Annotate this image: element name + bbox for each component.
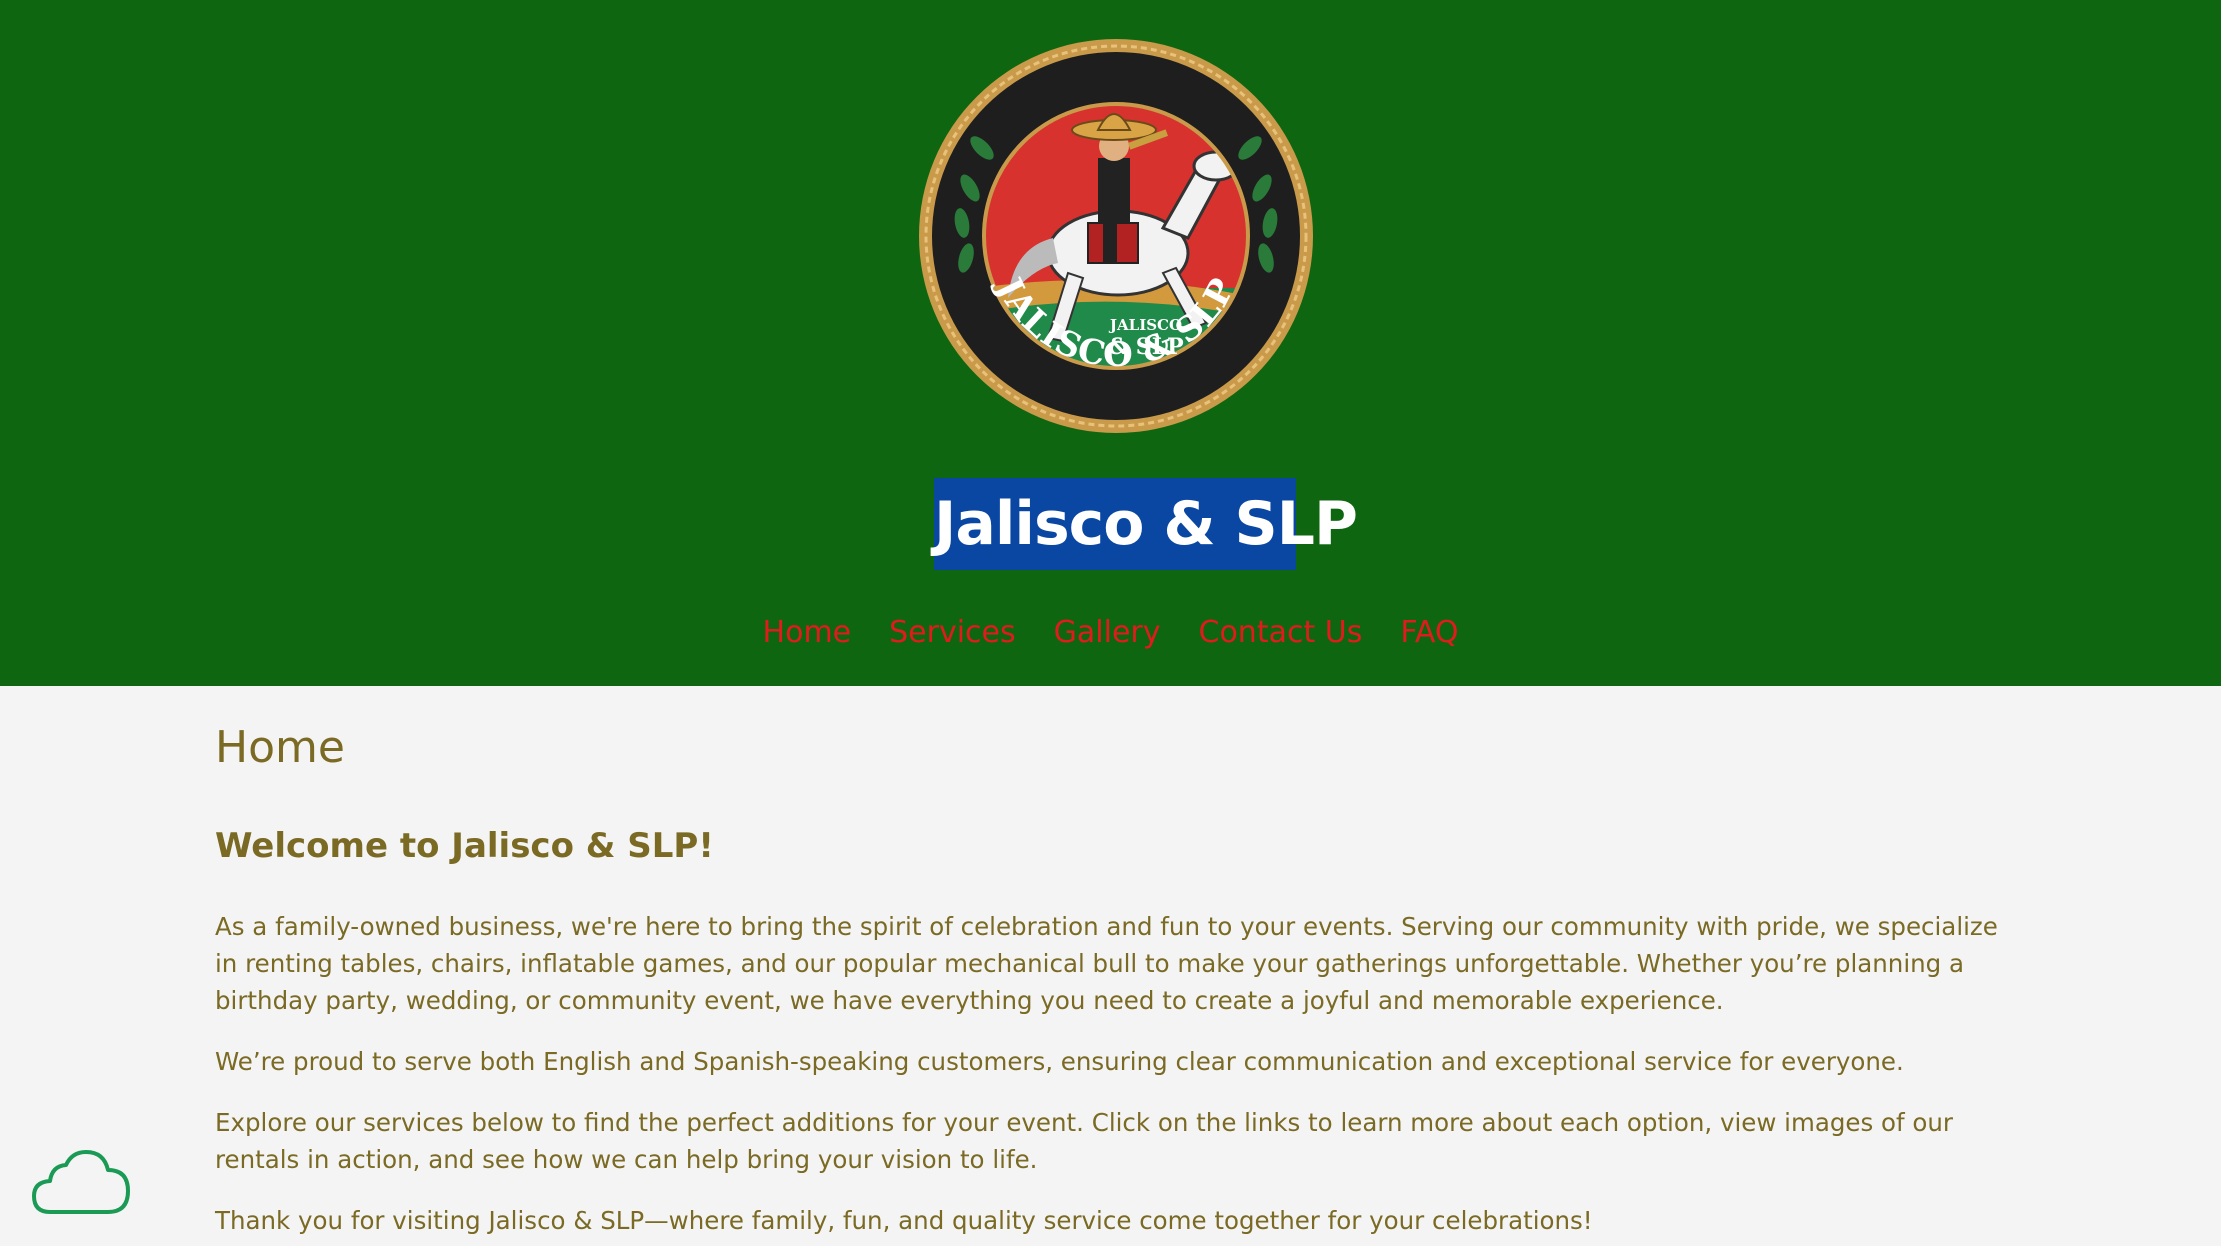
site-title: Jalisco & SLP — [934, 478, 1358, 570]
nav-faq-link[interactable]: FAQ — [1400, 608, 1458, 658]
logo-icon[interactable]: JALISCO & SLP JALISCO & SLP — [918, 38, 1314, 434]
nav-gallery-link[interactable]: Gallery — [1054, 608, 1161, 658]
nav-home-link[interactable]: Home — [763, 608, 852, 658]
nav-services-link[interactable]: Services — [889, 608, 1016, 658]
thanks-paragraph: Thank you for visiting Jalisco & SLP—whe… — [215, 1206, 1593, 1235]
welcome-heading: Welcome to Jalisco & SLP! — [215, 826, 714, 866]
site-header: JALISCO & SLP JALISCO & SLP Jalisco & SL… — [0, 0, 2221, 686]
intro-paragraph: As a family-owned business, we're here t… — [215, 912, 1998, 1015]
explore-paragraph: Explore our services below to find the p… — [215, 1108, 1954, 1174]
page-title: Home — [215, 722, 345, 773]
nav-contact-link[interactable]: Contact Us — [1199, 608, 1363, 658]
cloud-icon[interactable] — [30, 1148, 134, 1218]
main-nav: Home Services Gallery Contact Us FAQ — [0, 608, 2221, 658]
language-paragraph: We’re proud to serve both English and Sp… — [215, 1047, 1904, 1076]
